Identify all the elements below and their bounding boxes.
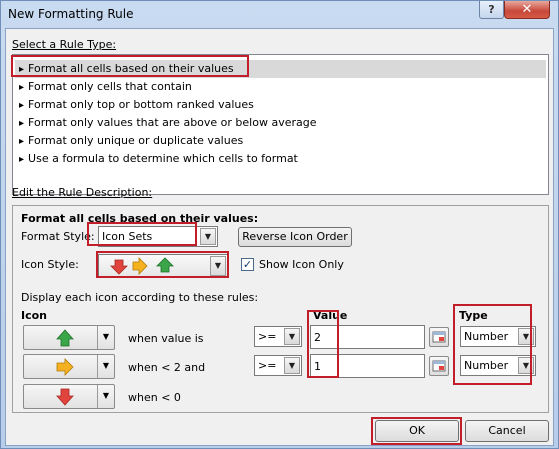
select-rule-type-label: Select a Rule Type:	[12, 38, 116, 51]
chevron-down-icon: ▼	[200, 228, 216, 245]
rule-type-item[interactable]: ▸ Use a formula to determine which cells …	[15, 150, 546, 168]
range-select-button[interactable]	[429, 356, 449, 376]
format-style-label: Format Style:	[21, 230, 95, 243]
condition-label: when < 2 and	[128, 361, 206, 374]
icon-select-red[interactable]: ▼	[23, 384, 115, 409]
bullet-arrow-icon: ▸	[19, 118, 25, 129]
yellow-right-arrow-icon	[56, 358, 74, 376]
icon-select-yellow[interactable]: ▼	[23, 354, 115, 379]
title-bar: New Formatting Rule ? ✕	[1, 1, 558, 27]
show-icon-only-checkbox[interactable]: ✓	[241, 258, 254, 271]
rule-type-item[interactable]: ▸ Format only cells that contain	[15, 78, 546, 96]
show-icon-only-label: Show Icon Only	[259, 258, 344, 271]
icon-column-header: Icon	[21, 309, 48, 322]
operator-select[interactable]: >= ▼	[254, 355, 302, 376]
operator-value: >=	[258, 330, 277, 343]
chevron-down-icon: ▼	[97, 326, 114, 349]
chevron-down-icon: ▼	[284, 357, 300, 374]
rule-type-label: Format only values that are above or bel…	[28, 116, 317, 129]
green-up-arrow-icon	[56, 329, 74, 347]
icon-select-green[interactable]: ▼	[23, 325, 115, 350]
rule-type-item[interactable]: ▸ Format only values that are above or be…	[15, 114, 546, 132]
operator-value: >=	[258, 359, 277, 372]
chevron-down-icon: ▼	[284, 328, 300, 345]
edit-rule-description-label: Edit the Rule Description:	[12, 186, 152, 199]
range-select-button[interactable]	[429, 327, 449, 347]
rule-type-item[interactable]: ▸ Format only unique or duplicate values	[15, 132, 546, 150]
highlight-box	[453, 304, 532, 385]
rule-type-label: Format only cells that contain	[28, 80, 192, 93]
display-rules-label: Display each icon according to these rul…	[21, 291, 259, 304]
edit-rule-description-label-text: Edit the Rule Description:	[12, 186, 153, 199]
select-rule-type-label-text: Select a Rule Type:	[12, 38, 117, 51]
highlight-box	[96, 251, 229, 278]
bullet-arrow-icon: ▸	[19, 100, 25, 111]
rule-type-label: Format only top or bottom ranked values	[28, 98, 254, 111]
highlight-box	[371, 417, 462, 445]
cancel-button[interactable]: Cancel	[465, 420, 549, 442]
highlight-box	[87, 222, 197, 246]
cell-reference-icon	[432, 331, 446, 343]
icon-style-label: Icon Style:	[21, 258, 79, 271]
close-button[interactable]: ✕	[504, 1, 550, 19]
condition-label: when < 0	[128, 391, 181, 404]
highlight-box	[11, 55, 249, 77]
reverse-icon-order-button[interactable]: Reverse Icon Order	[238, 227, 352, 247]
bullet-arrow-icon: ▸	[19, 82, 25, 93]
bullet-arrow-icon: ▸	[19, 136, 25, 147]
cell-reference-icon	[432, 360, 446, 372]
rule-type-label: Use a formula to determine which cells t…	[28, 152, 298, 165]
operator-select[interactable]: >= ▼	[254, 326, 302, 347]
rule-type-item[interactable]: ▸ Format only top or bottom ranked values	[15, 96, 546, 114]
dialog-title: New Formatting Rule	[8, 7, 134, 21]
help-button[interactable]: ?	[479, 1, 504, 19]
red-down-arrow-icon	[56, 388, 74, 406]
new-formatting-rule-dialog: New Formatting Rule ? ✕ Select a Rule Ty…	[0, 0, 559, 449]
condition-label: when value is	[128, 332, 204, 345]
chevron-down-icon: ▼	[97, 385, 114, 408]
chevron-down-icon: ▼	[97, 355, 114, 378]
bullet-arrow-icon: ▸	[19, 154, 25, 165]
rule-type-label: Format only unique or duplicate values	[28, 134, 244, 147]
highlight-box	[307, 310, 339, 378]
